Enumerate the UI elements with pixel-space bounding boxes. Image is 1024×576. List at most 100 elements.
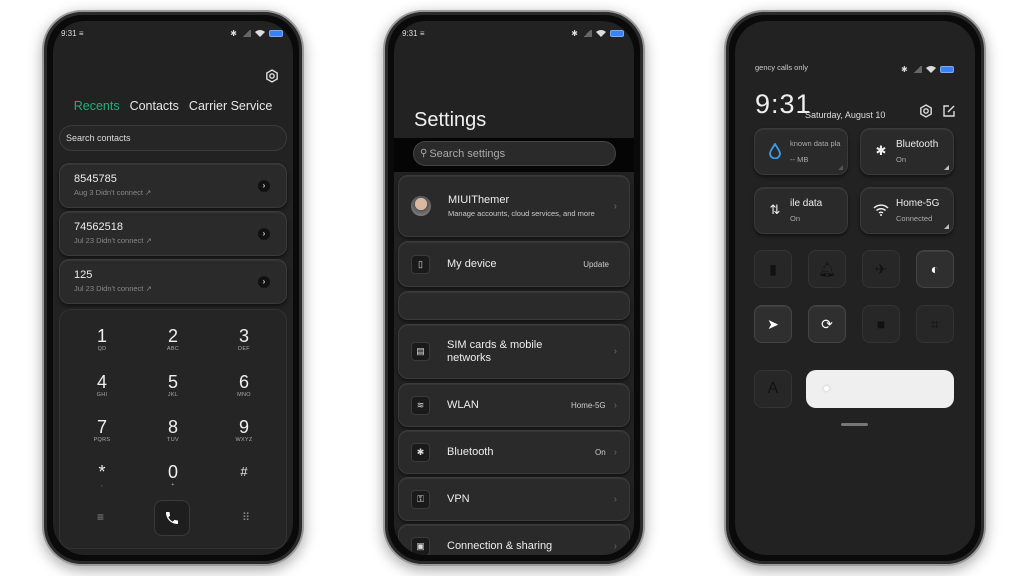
toggle-airplane-mode[interactable]: ✈ [862,250,900,288]
settings-item-bluetooth[interactable]: ✱ Bluetooth On › [398,430,630,474]
settings-screen: 9:31 ≡ ✱ Settings ⚲ Search settings MIUI… [394,21,634,555]
key-icon: ⚿ [411,489,430,509]
chevron-right-icon[interactable]: › [258,180,270,192]
dial-key-0[interactable]: 0 + [143,462,203,488]
dial-key-7[interactable]: 7 PQRS [72,417,132,443]
bluetooth-icon: ✱ [875,143,887,158]
dial-key-9[interactable]: 9 WXYZ [214,417,274,443]
tab-carrier-service[interactable]: Carrier Service [189,99,272,113]
tile-data-usage[interactable]: known data pla -- MB [754,128,848,175]
settings-item-wlan[interactable]: ≋ WLAN Home-5G › [398,383,630,427]
tab-recents[interactable]: Recents [74,99,120,113]
toggle-screen-record[interactable]: ■ [862,305,900,343]
key-digit: # [240,464,248,479]
tile-bluetooth[interactable]: ✱ Bluetooth On [860,128,954,175]
tile-wifi[interactable]: Home-5G Connected [860,187,954,234]
wifi-icon: ≋ [411,395,430,415]
dialer-tabs: Recents Contacts Carrier Service [53,99,293,113]
key-digit: 7 [96,417,107,437]
dial-key-2[interactable]: 2 ABC [143,326,203,352]
signal-icon [911,65,922,73]
tile-subtitle: -- MB [790,155,809,164]
item-label: Bluetooth [447,445,494,458]
key-letters: , [101,482,103,488]
tile-title: Home-5G [896,198,940,209]
chevron-right-icon: › [613,399,617,411]
search-contacts-input[interactable]: Search contacts [59,125,287,151]
settings-item-my-device[interactable]: ▯ My device Update [398,241,630,287]
brightness-handle[interactable] [824,386,829,391]
call-detail: Jul 23 Didn't connect ↗ [74,284,152,293]
toggle-location[interactable]: ➤ [754,305,792,343]
status-icons: ✱ [901,63,961,75]
search-placeholder: Search settings [429,147,506,160]
tile-mobile-data[interactable]: ⇅ ile data On [754,187,848,234]
account-subtitle: Manage accounts, cloud services, and mor… [448,208,595,218]
toggle-flashlight[interactable]: ▮ [754,250,792,288]
toggle-dark-mode[interactable]: ◐ [916,250,954,288]
dial-key-3[interactable]: 3 DEF [214,326,274,352]
settings-account-row[interactable]: MIUIThemer Manage accounts, cloud service… [398,175,630,237]
call-button[interactable] [154,500,190,536]
toggle-rotation-lock[interactable]: ⟳ [808,305,846,343]
dial-key-hash[interactable]: # [214,462,274,482]
chevron-right-icon: › [613,540,617,552]
recent-call-row[interactable]: 8545785 Aug 3 Didn't connect ↗ › [59,163,287,208]
phone-icon: ▯ [411,254,430,274]
settings-item-connection-sharing[interactable]: ▣ Connection & sharing › [398,524,630,555]
toggle-scanner[interactable]: ⌗ [916,305,954,343]
expand-corner-icon [838,165,843,170]
key-letters: TUV [167,437,179,443]
battery-icon [939,65,954,73]
tile-title: Bluetooth [896,139,939,150]
chevron-right-icon: › [613,346,617,357]
key-letters: PQRS [93,437,111,443]
settings-gear-icon[interactable] [265,69,279,83]
key-letters: + [171,482,175,488]
bluetooth-icon: ✱ [411,442,430,462]
search-settings-input[interactable]: ⚲ Search settings [413,141,616,166]
dial-key-4[interactable]: 4 GHI [72,372,132,398]
tab-contacts[interactable]: Contacts [130,99,179,113]
dial-key-1[interactable]: 1 QD [72,326,132,352]
key-letters: MNO [237,392,251,398]
settings-item-sim[interactable]: ▤ SIM cards & mobile networks › [398,324,630,379]
brightness-slider[interactable] [806,370,954,408]
dial-key-star[interactable]: *, [72,462,132,488]
auto-brightness-label: A [767,380,779,397]
scanner-icon: ⌗ [931,315,939,332]
dial-key-5[interactable]: 5 JKL [143,372,203,398]
recent-call-row[interactable]: 125 Jul 23 Didn't connect ↗ › [59,259,287,304]
call-number: 74562518 [74,221,123,233]
key-digit: 6 [238,372,249,392]
tile-title: ile data [790,198,823,209]
status-bar: 9:31 ≡ ✱ [61,27,283,39]
key-letters: JKL [167,392,179,398]
avatar [411,196,431,216]
dial-key-6[interactable]: 6 MNO [214,372,274,398]
chevron-right-icon[interactable]: › [258,276,270,288]
recent-call-row[interactable]: 74562518 Jul 23 Didn't connect ↗ › [59,211,287,256]
call-number: 125 [74,269,93,281]
clock-date: Saturday, August 10 [805,110,886,120]
key-digit: 4 [96,372,107,392]
toggle-ringer[interactable]: 🔔︎ [808,250,846,288]
expand-corner-icon [944,224,949,229]
bell-icon: 🔔︎ [818,260,836,277]
dialpad-toggle-icon[interactable]: ⠿ [242,511,250,524]
menu-icon[interactable]: ≡ [97,510,104,524]
control-center-screen: gency calls only ✱ 9:31 Saturday, August… [735,21,975,555]
key-letters: DEF [238,346,250,352]
edit-icon[interactable] [942,104,956,118]
settings-gear-icon[interactable] [919,104,933,118]
chevron-right-icon[interactable]: › [258,228,270,240]
auto-brightness-button[interactable]: A [754,370,792,408]
chevron-right-icon: › [613,200,617,212]
settings-item-vpn[interactable]: ⚿ VPN › [398,477,630,521]
phone-control-center: gency calls only ✱ 9:31 Saturday, August… [724,10,986,566]
dial-key-8[interactable]: 8 TUV [143,417,203,443]
airplane-icon: ✈ [875,260,887,277]
wifi-icon [925,66,936,73]
drag-handle[interactable] [841,423,868,426]
phone-dialer: 9:31 ≡ ✱ Recents Contacts Carrier Servic… [42,10,304,566]
